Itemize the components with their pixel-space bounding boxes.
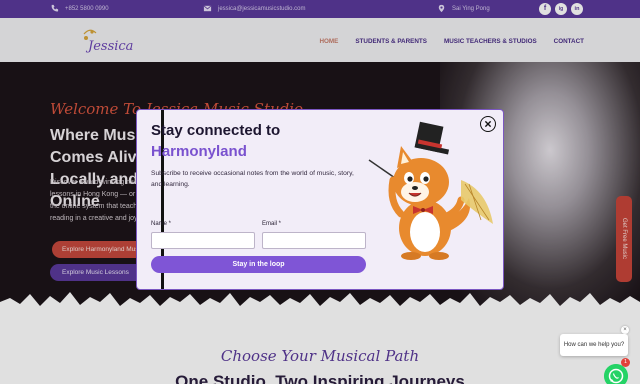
chat-close-icon[interactable]: ×	[621, 326, 629, 334]
name-label: Name *	[151, 221, 172, 227]
name-field[interactable]	[151, 232, 255, 249]
fox-conductor-mascot	[368, 121, 493, 260]
chat-prompt-bubble[interactable]: How can we help you?	[560, 334, 628, 356]
modal-title-brand: Harmonyland	[151, 143, 247, 160]
newsletter-modal: Stay connected to Harmonyland Subscribe …	[136, 109, 504, 290]
modal-title: Stay connected to	[151, 122, 281, 139]
whatsapp-icon[interactable]	[604, 364, 628, 384]
modal-subtitle: Subscribe to receive occasional notes fr…	[151, 170, 354, 188]
email-label: Email *	[262, 221, 282, 227]
stay-in-the-loop-button[interactable]: Stay in the loop	[151, 256, 366, 273]
email-field[interactable]	[262, 232, 366, 249]
chat-notification-badge: 1	[621, 358, 630, 367]
